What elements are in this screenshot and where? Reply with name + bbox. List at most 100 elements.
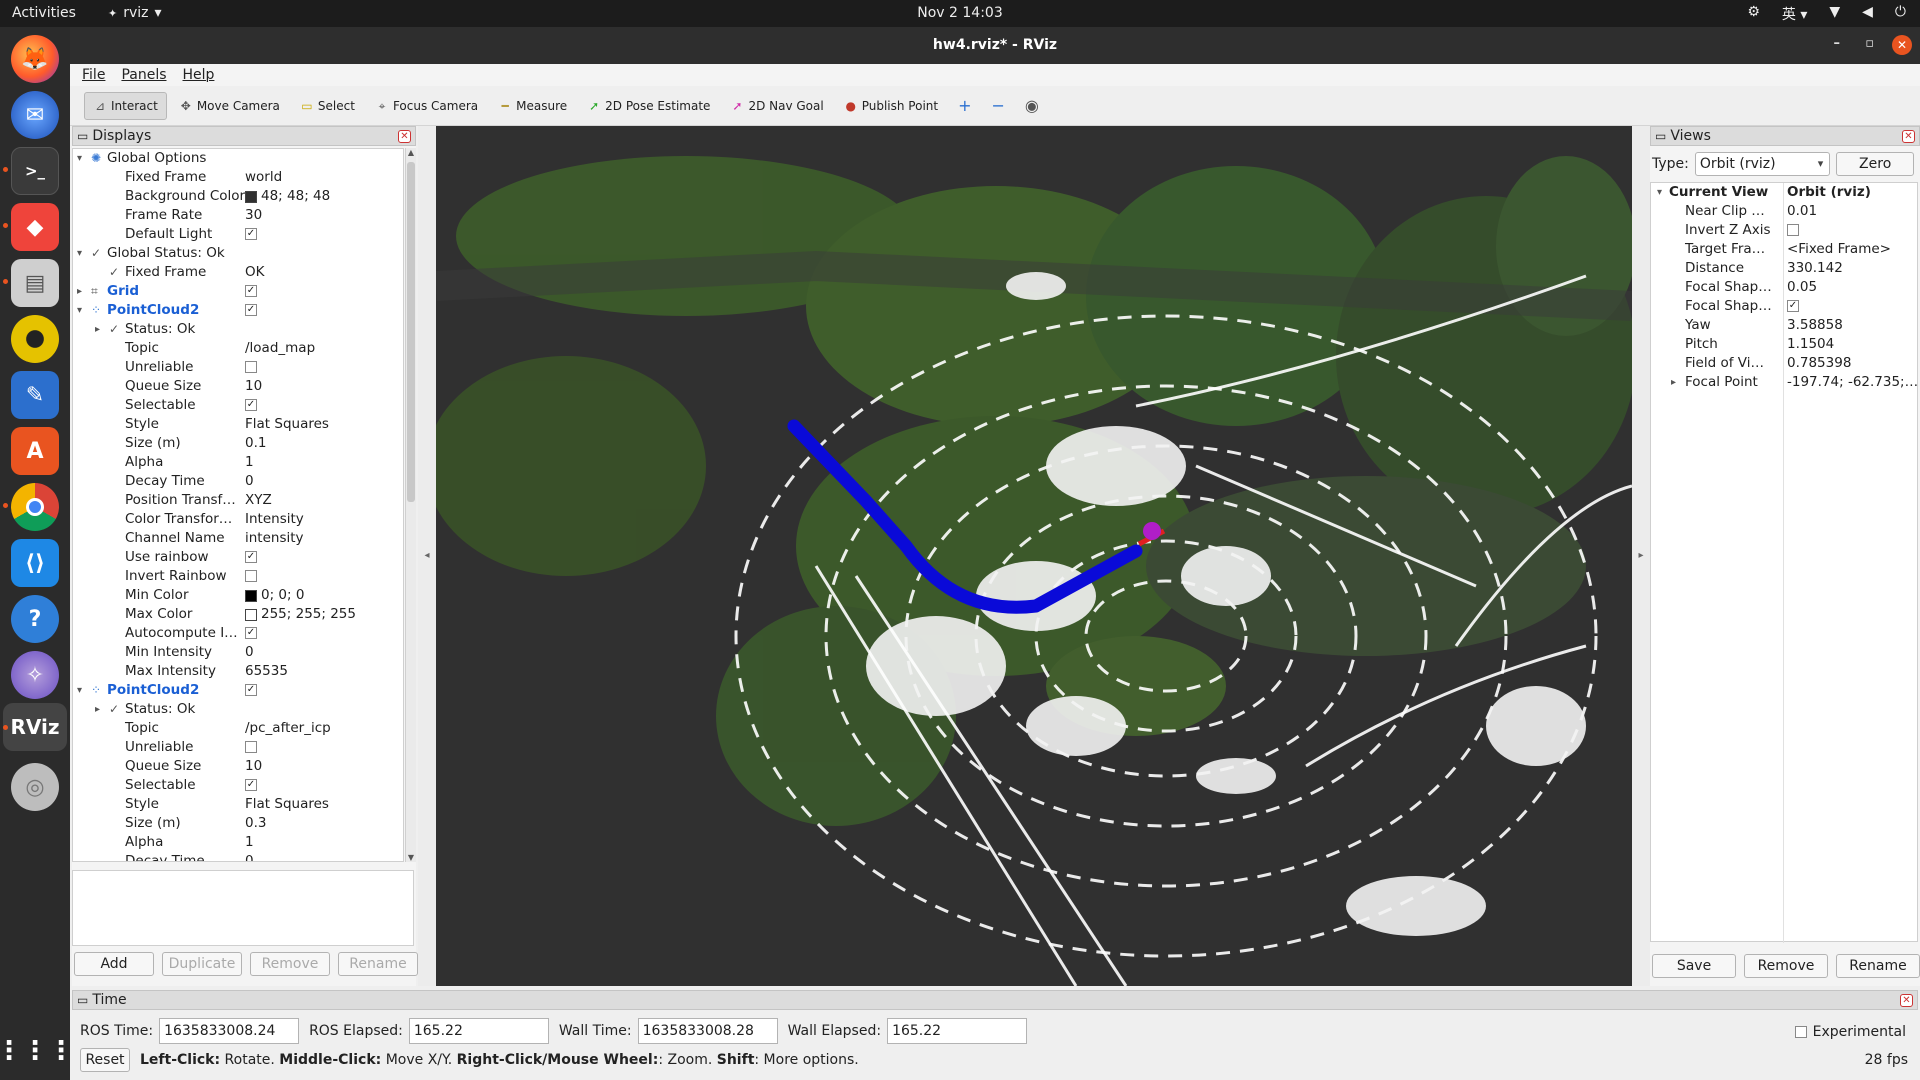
property-checkbox[interactable]: [245, 570, 257, 582]
right-splitter[interactable]: ▸: [1632, 126, 1650, 986]
property-row[interactable]: Queue Size 10: [73, 377, 403, 396]
property-value[interactable]: 0: [245, 643, 254, 662]
property-checkbox[interactable]: ✓: [245, 684, 257, 696]
property-value[interactable]: 1: [245, 453, 254, 472]
app-menu[interactable]: ✦ rviz ▾: [108, 5, 162, 21]
property-value[interactable]: /pc_after_icp: [245, 719, 331, 738]
property-value[interactable]: <Fixed Frame>: [1787, 240, 1891, 259]
property-value[interactable]: -197.74; -62.735;…: [1787, 373, 1918, 392]
property-row[interactable]: ▾ ✺ Global Options: [73, 149, 403, 168]
property-value[interactable]: 0.1: [245, 434, 266, 453]
property-value[interactable]: intensity: [245, 529, 304, 548]
property-row[interactable]: ▾ ⁘ PointCloud2 ✓: [73, 301, 403, 320]
minimize-button[interactable]: –: [1834, 36, 1841, 51]
property-row[interactable]: Topic/pc_after_icp: [73, 719, 403, 738]
ros-elapsed-field[interactable]: 165.22: [408, 1018, 549, 1044]
property-row[interactable]: Invert Rainbow: [73, 567, 403, 586]
property-row[interactable]: ▾ Current View Orbit (rviz): [1651, 183, 1917, 202]
input-method-indicator[interactable]: 英 ▾: [1782, 4, 1807, 24]
activities-button[interactable]: Activities: [12, 5, 76, 21]
close-panel-button[interactable]: ✕: [398, 130, 411, 143]
property-row[interactable]: Default Light ✓: [73, 225, 403, 244]
property-row[interactable]: Color Transfor… Intensity: [73, 510, 403, 529]
property-value[interactable]: [245, 567, 257, 582]
add-display-button[interactable]: Add: [74, 952, 154, 976]
2d-nav-goal-tool[interactable]: ➚ 2D Nav Goal: [722, 92, 831, 120]
property-value[interactable]: ✓: [245, 681, 257, 696]
terminal-icon[interactable]: >_: [11, 147, 59, 195]
property-checkbox[interactable]: ✓: [245, 285, 257, 297]
property-value[interactable]: Flat Squares: [245, 415, 329, 434]
thunderbird-icon[interactable]: ✉: [11, 91, 59, 139]
zoom-out-icon[interactable]: −: [984, 92, 1013, 120]
menu-file[interactable]: File: [82, 67, 105, 83]
scroll-down-arrow[interactable]: ▼: [406, 853, 416, 862]
color-swatch[interactable]: [245, 191, 257, 203]
property-row[interactable]: Size (m) 0.3: [73, 814, 403, 833]
property-value[interactable]: 0.01: [1787, 202, 1817, 221]
property-row[interactable]: Channel Name intensity: [73, 529, 403, 548]
ros-time-field[interactable]: 1635833008.24: [159, 1018, 300, 1044]
vscode-icon[interactable]: ⟨⟩: [11, 539, 59, 587]
property-value[interactable]: Orbit (rviz): [1787, 183, 1871, 202]
chrome-icon[interactable]: [11, 483, 59, 531]
property-row[interactable]: ▾ ✓ Global Status: Ok: [73, 244, 403, 263]
property-row[interactable]: Alpha 1: [73, 833, 403, 852]
expand-arrow-icon[interactable]: ▾: [77, 681, 82, 700]
property-row[interactable]: ▸ ✓ Status: Ok: [73, 320, 403, 339]
wall-elapsed-field[interactable]: 165.22: [887, 1018, 1028, 1044]
help-icon[interactable]: ?: [11, 595, 59, 643]
3d-render-view[interactable]: [436, 126, 1632, 986]
camera-type-icon[interactable]: ◉: [1017, 92, 1047, 120]
zoom-in-icon[interactable]: +: [950, 92, 979, 120]
scrollbar-thumb[interactable]: [407, 162, 415, 502]
property-value[interactable]: 3.58858: [1787, 316, 1843, 335]
property-row[interactable]: Pitch 1.1504: [1651, 335, 1917, 354]
property-row[interactable]: Max Intensity 65535: [73, 662, 403, 681]
focus-camera-tool[interactable]: ⌖ Focus Camera: [367, 92, 486, 120]
property-row[interactable]: ▾ ⁘ PointCloud2 ✓: [73, 681, 403, 700]
wall-time-field[interactable]: 1635833008.28: [637, 1018, 778, 1044]
wifi-icon[interactable]: ▼: [1829, 4, 1840, 24]
property-value[interactable]: 10: [245, 377, 262, 396]
window-titlebar[interactable]: hw4.rviz* - RViz – ▫ ✕: [70, 27, 1920, 64]
expand-arrow-icon[interactable]: ▾: [1657, 183, 1662, 202]
property-value[interactable]: [245, 358, 257, 373]
property-value[interactable]: [245, 738, 257, 753]
property-row[interactable]: Topic/load_map: [73, 339, 403, 358]
expand-arrow-icon[interactable]: ▾: [77, 149, 82, 168]
anydesk-icon[interactable]: ◆: [11, 203, 59, 251]
property-row[interactable]: Use rainbow ✓: [73, 548, 403, 567]
property-value[interactable]: 0.785398: [1787, 354, 1851, 373]
property-value[interactable]: /load_map: [245, 339, 315, 358]
property-value[interactable]: 1: [245, 833, 254, 852]
property-row[interactable]: ▸ Focal Point -197.74; -62.735;…: [1651, 373, 1918, 392]
menu-panels[interactable]: Panels: [121, 67, 166, 83]
property-value[interactable]: 0: [245, 472, 254, 491]
remove-display-button[interactable]: Remove: [250, 952, 330, 976]
property-row[interactable]: Style Flat Squares: [73, 795, 403, 814]
collapse-arrow-icon[interactable]: ▸: [95, 320, 100, 339]
property-value[interactable]: [1787, 221, 1799, 236]
property-value[interactable]: Intensity: [245, 510, 304, 529]
color-swatch[interactable]: [245, 590, 257, 602]
property-value[interactable]: 330.142: [1787, 259, 1843, 278]
scroll-up-arrow[interactable]: ▲: [406, 148, 416, 157]
property-row[interactable]: ▸ ⌗ Grid ✓: [73, 282, 403, 301]
property-value[interactable]: ✓: [245, 225, 257, 240]
property-row[interactable]: Max Color 255; 255; 255: [73, 605, 403, 624]
view-type-select[interactable]: Orbit (rviz): [1694, 152, 1831, 176]
close-panel-button[interactable]: ✕: [1900, 994, 1913, 1007]
displays-scrollbar[interactable]: ▲ ▼: [405, 148, 416, 862]
property-row[interactable]: ✓ Fixed Frame OK: [73, 263, 403, 282]
property-row[interactable]: Autocompute I… ✓: [73, 624, 403, 643]
property-value[interactable]: 10: [245, 757, 262, 776]
property-checkbox[interactable]: ✓: [245, 551, 257, 563]
system-tray[interactable]: ⚙ 英 ▾ ▼ ◀ ⏻: [1747, 4, 1906, 24]
property-row[interactable]: Focal Shap… 0.05: [1651, 278, 1917, 297]
collapse-arrow-icon[interactable]: ▸: [77, 282, 82, 301]
property-row[interactable]: Field of Vi… 0.785398: [1651, 354, 1917, 373]
duplicate-display-button[interactable]: Duplicate: [162, 952, 242, 976]
property-value[interactable]: ✓: [245, 282, 257, 297]
property-value[interactable]: OK: [245, 263, 264, 282]
